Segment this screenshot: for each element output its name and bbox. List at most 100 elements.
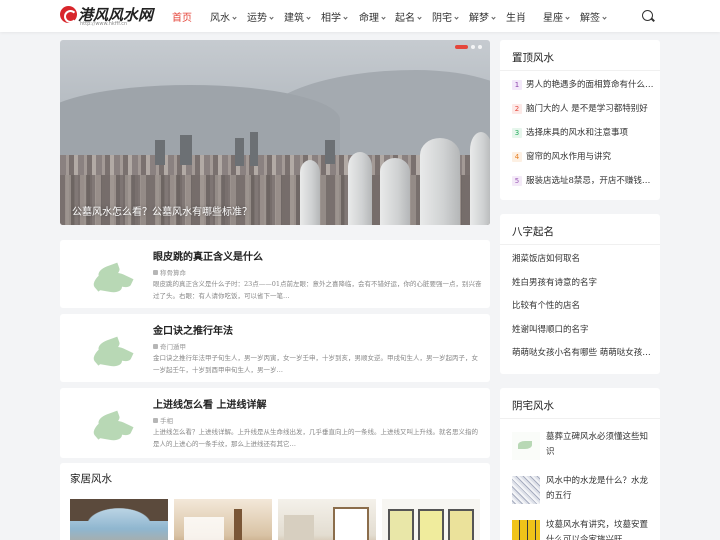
home-fengshui-section: 家居风水: [60, 463, 490, 540]
category-icon: [153, 270, 158, 275]
section-title: 家居风水: [70, 473, 112, 485]
naming-link[interactable]: 湘菜饭店如何取名: [512, 252, 654, 264]
rank-title: 窗帘的风水作用与讲究: [526, 152, 612, 162]
site-logo[interactable]: 港风风水网 http://www.hkfff.cn: [60, 4, 155, 28]
nav-label: 解签: [580, 13, 600, 24]
chevron-down-icon: [602, 15, 607, 20]
nav-item-11[interactable]: 解签: [580, 9, 607, 24]
article-category[interactable]: 奇门遁甲: [153, 341, 186, 351]
sidebar-title: 置顶风水: [512, 52, 554, 64]
nav-label: 解梦: [469, 13, 489, 24]
nav-label: 阴宅: [432, 13, 452, 24]
sidebar-title: 阴宅风水: [512, 400, 554, 412]
chevron-down-icon: [565, 15, 570, 20]
logo-mark-icon: [60, 6, 77, 23]
yinzhai-title[interactable]: 坟墓风水有讲究，坟墓安置什么可以令家族兴旺: [546, 518, 652, 540]
article-title[interactable]: 眼皮跳的真正含义是什么: [153, 248, 263, 263]
slider-dot-1[interactable]: [455, 45, 468, 49]
rank-title: 男人的艳遇多的面相算命有什么特征: [526, 80, 656, 90]
slider-dot-2[interactable]: [471, 45, 475, 49]
nav-item-0[interactable]: 首页: [172, 9, 192, 24]
article-excerpt: 上进线怎么看？上进线详解。上升线是从生命线出发，几乎垂直向上的一条线。上进线又叫…: [153, 428, 478, 448]
sidebar-top-fengshui: 置顶风水 1 男人的艳遇多的面相算命有什么特征 2 脑门大的人 是不是学习都特别好 3 选…: [500, 40, 660, 200]
category-label: 称骨算命: [160, 269, 186, 277]
nav-item-3[interactable]: 建筑: [284, 9, 311, 24]
nav-label: 相学: [321, 13, 341, 24]
yinzhai-thumbnail[interactable]: [512, 520, 540, 540]
home-thumb-1[interactable]: [70, 499, 168, 540]
chevron-down-icon: [381, 15, 386, 20]
search-icon[interactable]: [642, 10, 653, 21]
home-thumb-2[interactable]: [174, 499, 272, 540]
nav-item-4[interactable]: 相学: [321, 9, 348, 24]
nav-label: 命理: [359, 13, 379, 24]
category-icon: [153, 344, 158, 349]
rank-number: 1: [512, 80, 522, 90]
nav-item-9[interactable]: 生肖: [506, 9, 526, 24]
chevron-down-icon: [454, 15, 459, 20]
nav-item-7[interactable]: 阴宅: [432, 9, 459, 24]
article-card[interactable]: 上进线怎么看 上进线详解手相上进线怎么看？上进线详解。上升线是从生命线出发，几乎…: [60, 388, 490, 458]
naming-link[interactable]: 姓谢叫得顺口的名字: [512, 323, 654, 335]
hero-caption[interactable]: 公墓风水怎么看？公墓风水有哪些标准？: [72, 203, 252, 218]
article-card[interactable]: 金口诀之推行年法奇门遁甲金口诀之推行年法甲子旬生人，男一岁丙寅，女一岁壬申，十岁…: [60, 314, 490, 382]
chevron-down-icon: [269, 15, 274, 20]
rank-item[interactable]: 3 选择床具的风水和注意事项: [512, 126, 654, 140]
leaf-icon: [518, 441, 532, 449]
yinzhai-thumbnail[interactable]: [512, 476, 540, 504]
naming-link[interactable]: 萌萌哒女孩小名有哪些 萌萌哒女孩小名大全: [512, 346, 654, 358]
nav-label: 生肖: [506, 13, 526, 24]
rank-item[interactable]: 2 脑门大的人 是不是学习都特别好: [512, 102, 654, 116]
category-icon: [153, 418, 158, 423]
article-excerpt: 眼皮跳的真正含义是什么子时：23点——01点前左眼：意外之喜降临，会有不错好运，…: [153, 280, 482, 300]
home-thumb-4[interactable]: [382, 499, 480, 540]
article-title[interactable]: 上进线怎么看 上进线详解: [153, 396, 266, 411]
slider-dot-3[interactable]: [478, 45, 482, 49]
nav-item-6[interactable]: 起名: [395, 9, 422, 24]
article-excerpt: 金口诀之推行年法甲子旬生人，男一岁丙寅，女一岁壬申，十岁到亥，男顺女逆。甲戌旬生…: [153, 354, 478, 374]
rank-item[interactable]: 1 男人的艳遇多的面相算命有什么特征: [512, 78, 656, 92]
article-thumbnail[interactable]: [70, 322, 150, 376]
rank-title: 选择床具的风水和注意事项: [526, 128, 629, 138]
rank-number: 2: [512, 104, 522, 114]
naming-link[interactable]: 姓白男孩有诗意的名字: [512, 276, 654, 288]
nav-label: 建筑: [284, 13, 304, 24]
chevron-down-icon: [306, 15, 311, 20]
rank-number: 4: [512, 152, 522, 162]
nav-label: 运势: [247, 13, 267, 24]
yinzhai-thumbnail[interactable]: [512, 432, 540, 460]
article-thumbnail[interactable]: [70, 248, 150, 302]
chevron-down-icon: [417, 15, 422, 20]
home-thumb-3[interactable]: [278, 499, 376, 540]
chevron-down-icon: [232, 15, 237, 20]
article-category[interactable]: 手相: [153, 415, 173, 425]
category-label: 手相: [160, 417, 173, 425]
article-title[interactable]: 金口诀之推行年法: [153, 322, 233, 337]
article-category[interactable]: 称骨算命: [153, 267, 186, 277]
sidebar-yinzhai: 阴宅风水 墓葬立碑风水必须懂这些知识 风水中的水龙是什么？水龙的五行坟墓风水有讲究…: [500, 388, 660, 540]
article-card[interactable]: 眼皮跳的真正含义是什么称骨算命眼皮跳的真正含义是什么子时：23点——01点前左眼…: [60, 240, 490, 308]
logo-url: http://www.hkfff.cn: [80, 21, 128, 27]
rank-number: 5: [512, 176, 522, 186]
nav-item-10[interactable]: 星座: [543, 9, 570, 24]
yinzhai-title[interactable]: 墓葬立碑风水必须懂这些知识: [546, 430, 652, 460]
naming-link[interactable]: 比较有个性的店名: [512, 299, 654, 311]
nav-item-8[interactable]: 解梦: [469, 9, 496, 24]
sidebar-bazi-naming: 八字起名 湘菜饭店如何取名 姓白男孩有诗意的名字 比较有个性的店名 姓谢叫得顺口的名字…: [500, 214, 660, 374]
rank-title: 服装店选址8禁忌，开店不赚钱的原因: [526, 176, 656, 186]
nav-label: 首页: [172, 13, 192, 24]
rank-item[interactable]: 5 服装店选址8禁忌，开店不赚钱的原因: [512, 174, 656, 188]
nav-label: 星座: [543, 13, 563, 24]
article-thumbnail[interactable]: [70, 396, 150, 450]
rank-item[interactable]: 4 窗帘的风水作用与讲究: [512, 150, 654, 164]
nav-item-2[interactable]: 运势: [247, 9, 274, 24]
nav-item-5[interactable]: 命理: [359, 9, 386, 24]
chevron-down-icon: [491, 15, 496, 20]
nav-item-1[interactable]: 风水: [210, 9, 237, 24]
category-label: 奇门遁甲: [160, 343, 186, 351]
chevron-down-icon: [343, 15, 348, 20]
sidebar-title: 八字起名: [512, 226, 554, 238]
site-header: 港风风水网 http://www.hkfff.cn 首页 风水 运势 建筑 相学 命理 起名…: [0, 0, 720, 32]
yinzhai-title[interactable]: 风水中的水龙是什么？水龙的五行: [546, 474, 652, 504]
hero-slider[interactable]: 公墓风水怎么看？公墓风水有哪些标准？: [60, 40, 490, 225]
